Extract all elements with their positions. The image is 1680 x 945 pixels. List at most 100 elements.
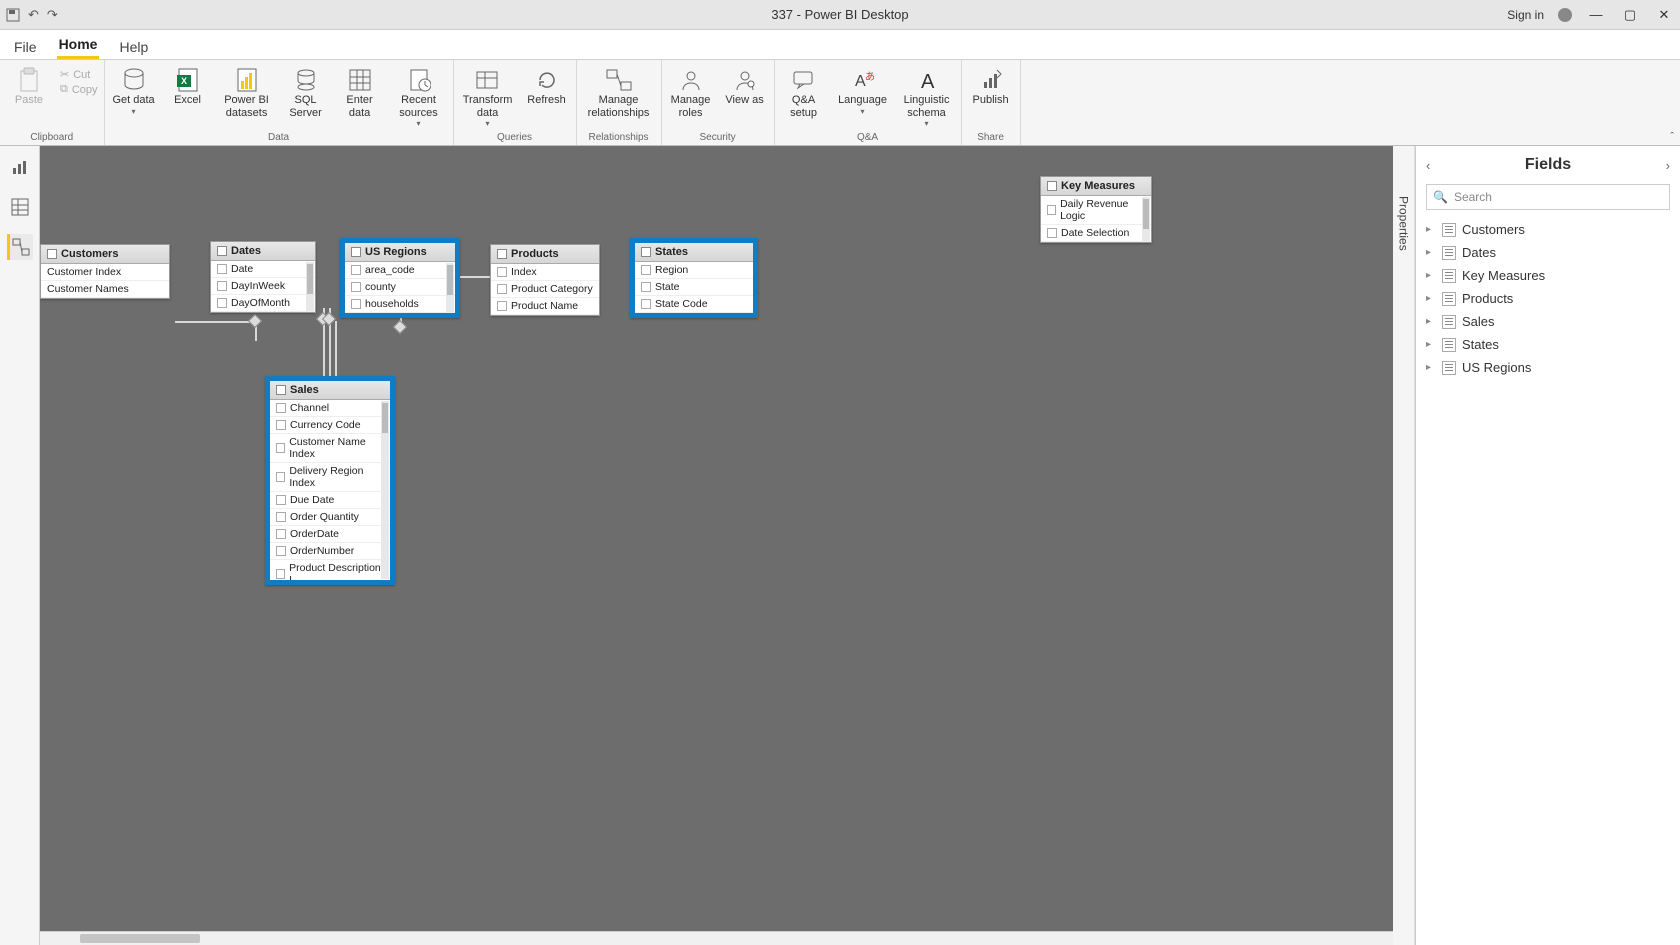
model-view-button[interactable] <box>7 234 33 260</box>
redo-icon[interactable]: ↷ <box>47 7 58 23</box>
table-row[interactable]: households <box>345 296 455 313</box>
table-row[interactable]: Currency Code <box>270 417 390 434</box>
table-row[interactable]: Due Date <box>270 492 390 509</box>
table-row[interactable]: Daily Revenue Logic <box>1041 196 1151 225</box>
table-row[interactable]: Index <box>491 264 599 281</box>
expand-icon[interactable]: ▸ <box>1426 270 1436 281</box>
expand-icon[interactable]: ▸ <box>1426 316 1436 327</box>
ribbon-tabs: File Home Help <box>0 30 1680 60</box>
table-row[interactable]: Customer Names <box>41 281 169 298</box>
scrollbar[interactable] <box>1142 197 1150 241</box>
search-input[interactable]: 🔍 Search <box>1426 184 1670 210</box>
field-table-us-regions[interactable]: ▸US Regions <box>1422 356 1674 379</box>
table-row[interactable]: Customer Name Index <box>270 434 390 463</box>
report-view-button[interactable] <box>7 154 33 180</box>
table-sales[interactable]: Sales Channel Currency Code Customer Nam… <box>265 376 395 585</box>
table-row[interactable]: county <box>345 279 455 296</box>
table-row[interactable]: area_code <box>345 262 455 279</box>
svg-text:X: X <box>181 76 187 86</box>
column-icon <box>276 472 285 482</box>
field-table-dates[interactable]: ▸Dates <box>1422 241 1674 264</box>
cut-button[interactable]: ✂Cut <box>60 68 98 81</box>
search-icon: 🔍 <box>1433 190 1448 204</box>
table-row[interactable]: Product Description I... <box>270 560 390 580</box>
chevron-left-icon[interactable]: ‹ <box>1426 158 1430 173</box>
data-view-button[interactable] <box>7 194 33 220</box>
expand-icon[interactable]: ▸ <box>1426 293 1436 304</box>
save-icon[interactable] <box>6 8 20 22</box>
chevron-right-icon[interactable]: › <box>1666 158 1670 173</box>
copy-button[interactable]: ⧉Copy <box>60 83 98 96</box>
undo-icon[interactable]: ↶ <box>28 7 39 23</box>
table-row[interactable]: Channel <box>270 400 390 417</box>
table-customers[interactable]: Customers Customer Index Customer Names <box>40 244 170 299</box>
table-row[interactable]: Product Category <box>491 281 599 298</box>
manage-relationships-button[interactable]: Manage relationships <box>583 62 655 119</box>
table-states[interactable]: States Region State State Code <box>630 238 758 318</box>
expand-icon[interactable]: ▸ <box>1426 247 1436 258</box>
tab-home[interactable]: Home <box>57 30 100 59</box>
ribbon: Paste ✂Cut ⧉Copy Clipboard Get data▾ XEx… <box>0 60 1680 146</box>
expand-icon[interactable]: ▸ <box>1426 362 1436 373</box>
table-dates[interactable]: Dates Date DayInWeek DayOfMonth <box>210 241 316 313</box>
get-data-button[interactable]: Get data▾ <box>111 62 157 116</box>
sign-in-link[interactable]: Sign in <box>1507 8 1544 22</box>
enter-data-button[interactable]: Enter data <box>337 62 383 119</box>
collapse-ribbon-icon[interactable]: ˆ <box>1670 131 1674 143</box>
table-row[interactable]: Delivery Region Index <box>270 463 390 492</box>
table-icon <box>1442 315 1456 329</box>
refresh-button[interactable]: Refresh <box>524 62 570 107</box>
avatar-icon[interactable] <box>1558 8 1572 22</box>
maximize-button[interactable]: ▢ <box>1620 7 1640 23</box>
expand-icon[interactable]: ▸ <box>1426 339 1436 350</box>
table-key-measures[interactable]: Key Measures Daily Revenue Logic Date Se… <box>1040 176 1152 243</box>
sql-server-button[interactable]: SQL Server <box>283 62 329 119</box>
field-table-states[interactable]: ▸States <box>1422 333 1674 356</box>
table-row[interactable]: Date <box>211 261 315 278</box>
view-as-button[interactable]: View as <box>722 62 768 107</box>
field-table-products[interactable]: ▸Products <box>1422 287 1674 310</box>
expand-icon[interactable]: ▸ <box>1426 224 1436 235</box>
table-row[interactable]: Product Name <box>491 298 599 315</box>
table-products[interactable]: Products Index Product Category Product … <box>490 244 600 316</box>
field-table-key-measures[interactable]: ▸Key Measures <box>1422 264 1674 287</box>
qa-setup-button[interactable]: Q&A setup <box>781 62 827 119</box>
table-row[interactable]: Date Selection <box>1041 225 1151 242</box>
table-us-regions[interactable]: US Regions area_code county households <box>340 238 460 318</box>
ribbon-group-queries: Transform data▾ Refresh Queries <box>454 60 577 145</box>
horizontal-scrollbar[interactable] <box>40 931 1393 945</box>
scrollbar[interactable] <box>446 263 454 312</box>
field-table-customers[interactable]: ▸Customers <box>1422 218 1674 241</box>
excel-button[interactable]: XExcel <box>165 62 211 107</box>
paste-button[interactable]: Paste <box>6 62 52 107</box>
table-row[interactable]: DayOfMonth <box>211 295 315 312</box>
fields-list: ▸Customers ▸Dates ▸Key Measures ▸Product… <box>1416 218 1680 379</box>
table-row[interactable]: DayInWeek <box>211 278 315 295</box>
table-row[interactable]: Customer Index <box>41 264 169 281</box>
properties-pane-collapsed[interactable]: Properties <box>1393 146 1415 945</box>
table-row[interactable]: OrderDate <box>270 526 390 543</box>
transform-data-button[interactable]: Transform data▾ <box>460 62 516 128</box>
table-row[interactable]: Order Quantity <box>270 509 390 526</box>
close-button[interactable]: ✕ <box>1654 7 1674 23</box>
ribbon-group-relationships: Manage relationships Relationships <box>577 60 662 145</box>
pbi-datasets-button[interactable]: Power BI datasets <box>219 62 275 119</box>
language-button[interactable]: AあLanguage▾ <box>835 62 891 116</box>
scrollbar[interactable] <box>306 262 314 311</box>
table-icon <box>1442 338 1456 352</box>
column-icon <box>276 420 286 430</box>
table-row[interactable]: State <box>635 279 753 296</box>
publish-button[interactable]: Publish <box>968 62 1014 107</box>
manage-roles-button[interactable]: Manage roles <box>668 62 714 119</box>
field-table-sales[interactable]: ▸Sales <box>1422 310 1674 333</box>
tab-file[interactable]: File <box>12 33 39 59</box>
model-canvas[interactable]: Customers Customer Index Customer Names … <box>40 146 1393 931</box>
linguistic-schema-button[interactable]: ALinguistic schema▾ <box>899 62 955 128</box>
table-row[interactable]: State Code <box>635 296 753 313</box>
table-row[interactable]: Region <box>635 262 753 279</box>
tab-help[interactable]: Help <box>117 33 150 59</box>
minimize-button[interactable]: — <box>1586 7 1606 22</box>
table-row[interactable]: OrderNumber <box>270 543 390 560</box>
scrollbar[interactable] <box>381 401 389 579</box>
recent-sources-button[interactable]: Recent sources▾ <box>391 62 447 128</box>
